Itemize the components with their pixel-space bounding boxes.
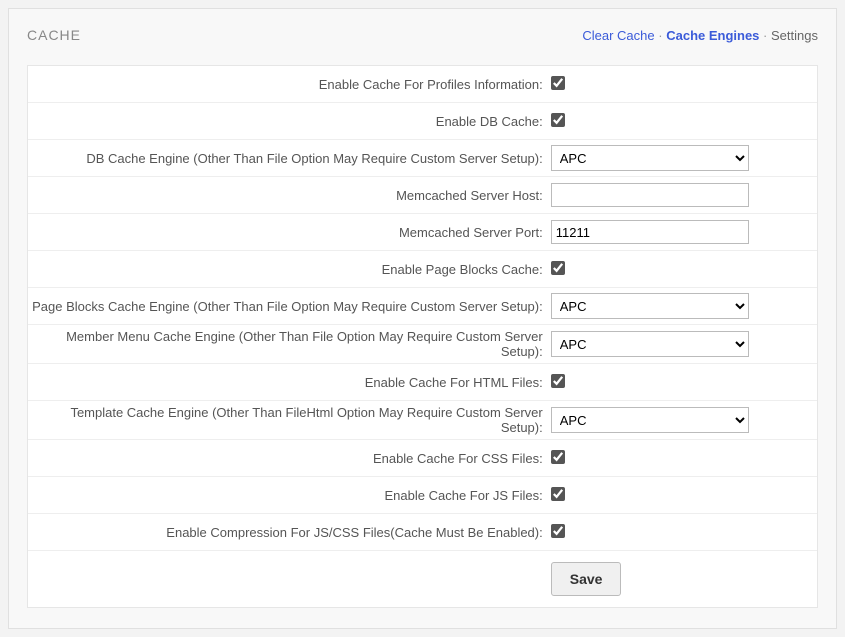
- input-db-engine[interactable]: APC: [551, 145, 749, 171]
- label-enable-db: Enable DB Cache:: [28, 114, 549, 129]
- form-row-db-engine: DB Cache Engine (Other Than File Option …: [28, 140, 817, 177]
- form-row-enable-css: Enable Cache For CSS Files:: [28, 440, 817, 477]
- link-cache-engines[interactable]: Cache Engines: [666, 28, 759, 43]
- input-membermenu-engine[interactable]: APC: [551, 331, 749, 357]
- form-row-memcached-host: Memcached Server Host:: [28, 177, 817, 214]
- label-enable-css: Enable Cache For CSS Files:: [28, 451, 549, 466]
- field-memcached-port: [549, 220, 817, 244]
- form-row-enable-compression: Enable Compression For JS/CSS Files(Cach…: [28, 514, 817, 551]
- label-enable-html: Enable Cache For HTML Files:: [28, 375, 549, 390]
- panel-header: CACHE Clear Cache · Cache Engines · Sett…: [27, 27, 818, 43]
- input-template-engine[interactable]: APC: [551, 407, 749, 433]
- form-row-memcached-port: Memcached Server Port:: [28, 214, 817, 251]
- label-enable-js: Enable Cache For JS Files:: [28, 488, 549, 503]
- input-memcached-port[interactable]: [551, 220, 749, 244]
- panel-title: CACHE: [27, 27, 81, 43]
- panel-links: Clear Cache · Cache Engines · Settings: [582, 28, 818, 43]
- label-template-engine: Template Cache Engine (Other Than FileHt…: [28, 405, 549, 435]
- input-enable-js[interactable]: [551, 487, 565, 501]
- label-membermenu-engine: Member Menu Cache Engine (Other Than Fil…: [28, 329, 549, 359]
- link-sep: ·: [763, 28, 767, 43]
- form-row-template-engine: Template Cache Engine (Other Than FileHt…: [28, 401, 817, 440]
- form-row-enable-js: Enable Cache For JS Files:: [28, 477, 817, 514]
- link-clear-cache[interactable]: Clear Cache: [582, 28, 654, 43]
- form-row-enable-profiles: Enable Cache For Profiles Information:: [28, 66, 817, 103]
- input-enable-profiles[interactable]: [551, 76, 565, 90]
- field-pageblocks-engine: APC: [549, 293, 817, 319]
- form-row-enable-pageblocks: Enable Page Blocks Cache:: [28, 251, 817, 288]
- field-enable-compression: [549, 524, 817, 541]
- form-row-save: Save: [28, 551, 817, 607]
- save-button[interactable]: Save: [551, 562, 622, 596]
- input-enable-pageblocks[interactable]: [551, 261, 565, 275]
- label-db-engine: DB Cache Engine (Other Than File Option …: [28, 151, 549, 166]
- field-memcached-host: [549, 183, 817, 207]
- input-enable-html[interactable]: [551, 374, 565, 388]
- input-enable-css[interactable]: [551, 450, 565, 464]
- field-save: Save: [549, 562, 817, 596]
- input-enable-compression[interactable]: [551, 524, 565, 538]
- field-enable-js: [549, 487, 817, 504]
- field-enable-html: [549, 374, 817, 391]
- form-table: Enable Cache For Profiles Information: En…: [27, 65, 818, 608]
- input-pageblocks-engine[interactable]: APC: [551, 293, 749, 319]
- form-row-pageblocks-engine: Page Blocks Cache Engine (Other Than Fil…: [28, 288, 817, 325]
- cache-panel: CACHE Clear Cache · Cache Engines · Sett…: [8, 8, 837, 629]
- link-settings[interactable]: Settings: [771, 28, 818, 43]
- link-sep: ·: [658, 28, 662, 43]
- field-db-engine: APC: [549, 145, 817, 171]
- field-enable-css: [549, 450, 817, 467]
- form-row-enable-html: Enable Cache For HTML Files:: [28, 364, 817, 401]
- form-row-membermenu-engine: Member Menu Cache Engine (Other Than Fil…: [28, 325, 817, 364]
- label-enable-profiles: Enable Cache For Profiles Information:: [28, 77, 549, 92]
- field-template-engine: APC: [549, 407, 817, 433]
- input-enable-db[interactable]: [551, 113, 565, 127]
- field-enable-pageblocks: [549, 261, 817, 278]
- label-memcached-host: Memcached Server Host:: [28, 188, 549, 203]
- input-memcached-host[interactable]: [551, 183, 749, 207]
- label-memcached-port: Memcached Server Port:: [28, 225, 549, 240]
- field-membermenu-engine: APC: [549, 331, 817, 357]
- label-pageblocks-engine: Page Blocks Cache Engine (Other Than Fil…: [28, 299, 549, 314]
- form-row-enable-db: Enable DB Cache:: [28, 103, 817, 140]
- field-enable-db: [549, 113, 817, 130]
- label-enable-pageblocks: Enable Page Blocks Cache:: [28, 262, 549, 277]
- field-enable-profiles: [549, 76, 817, 93]
- label-enable-compression: Enable Compression For JS/CSS Files(Cach…: [28, 525, 549, 540]
